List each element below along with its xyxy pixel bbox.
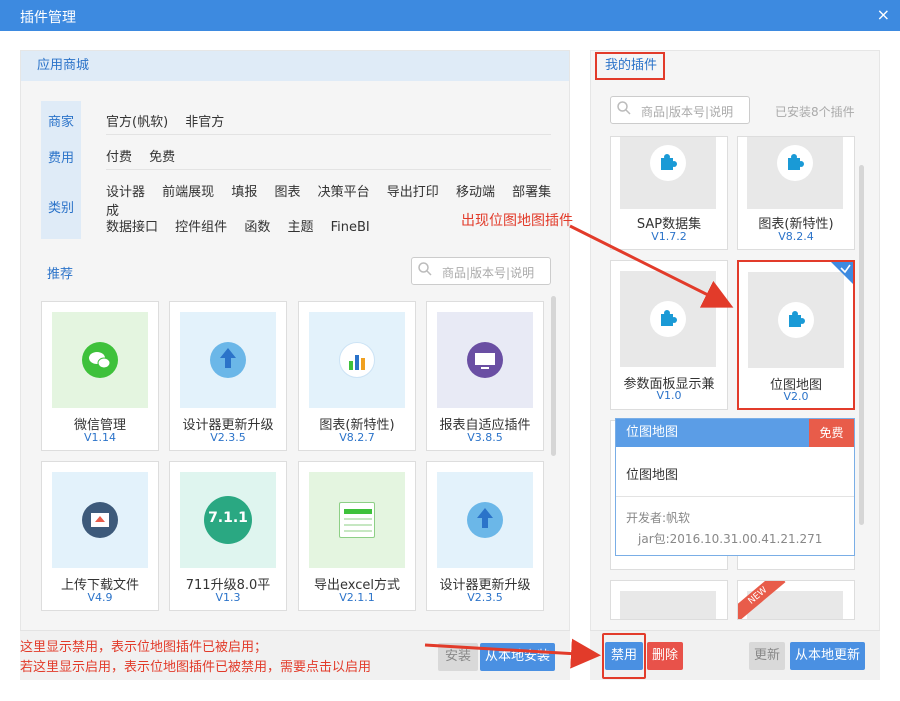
annotation-arrows [424,224,734,669]
arrow-to-disable-button [424,638,601,669]
arrow-to-bitmap-plugin [569,224,734,308]
